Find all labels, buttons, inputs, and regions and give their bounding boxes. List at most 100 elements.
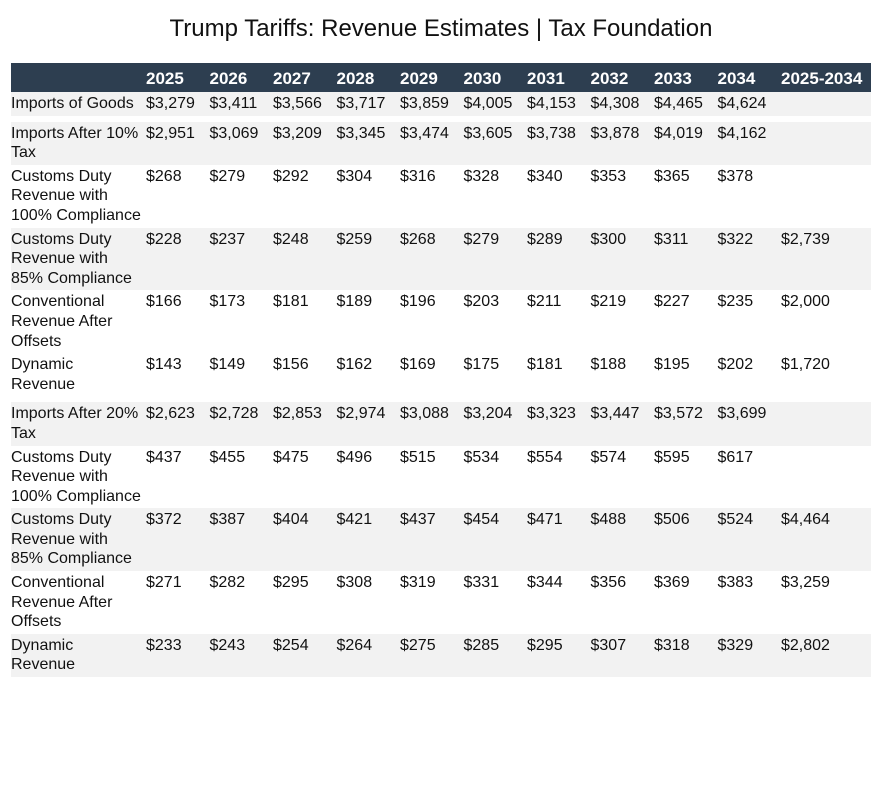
value-cell: $307: [585, 633, 649, 678]
column-header-year: 2031: [522, 63, 586, 92]
value-cell: $534: [463, 448, 500, 466]
value-cell: $264: [331, 633, 395, 678]
value-cell: $188: [590, 356, 627, 374]
total-cell: $2,802: [776, 633, 871, 678]
column-header-year: 2033: [649, 63, 713, 92]
value-cell: $254: [268, 633, 332, 678]
row-label: Customs Duty Revenue with 100% Complianc…: [11, 448, 141, 505]
value-cell: $369: [654, 574, 690, 592]
value-cell: $143: [146, 356, 182, 374]
value-cell: $295: [273, 574, 309, 592]
row-label: Customs Duty Revenue with 85% Compliance: [11, 508, 141, 572]
value-cell: $3,878: [585, 115, 649, 165]
value-cell: $289: [522, 227, 586, 291]
value-cell: $233: [141, 633, 205, 678]
value-cell: $3,088: [395, 396, 459, 446]
value-cell: $2,623: [141, 396, 205, 446]
value-cell: $3,605: [458, 115, 522, 165]
row-label: Dynamic Revenue: [11, 356, 76, 393]
value-cell: $3,209: [268, 115, 332, 165]
total-cell: [776, 115, 871, 165]
value-cell: $181: [273, 293, 309, 311]
value-cell: $329: [712, 633, 776, 678]
value-cell: $316: [400, 167, 436, 185]
column-header-year: 2034: [712, 63, 776, 92]
value-cell: $237: [204, 227, 268, 291]
value-cell: $279: [458, 227, 522, 291]
value-cell: $3,345: [331, 115, 395, 165]
value-cell: $574: [590, 448, 627, 466]
value-cell: $3,279: [141, 92, 205, 119]
value-cell: $421: [331, 508, 395, 572]
column-header-year: 2030: [458, 63, 522, 92]
value-cell: $3,859: [395, 92, 459, 119]
value-cell: $4,019: [649, 115, 713, 165]
column-header-year: 2029: [395, 63, 459, 92]
value-cell: $195: [654, 356, 690, 374]
value-cell: $203: [463, 293, 500, 311]
table-row: Customs Duty Revenue with 85% Compliance…: [11, 227, 871, 291]
value-cell: $181: [527, 356, 563, 374]
value-cell: $383: [717, 574, 754, 592]
column-header-year: 2028: [331, 63, 395, 92]
value-cell: $268: [395, 227, 459, 291]
value-cell: $3,566: [268, 92, 332, 119]
value-cell: $475: [273, 448, 309, 466]
value-cell: $4,465: [649, 92, 713, 119]
value-cell: $271: [146, 574, 182, 592]
value-cell: $595: [654, 448, 690, 466]
column-header-year: 2027: [268, 63, 332, 92]
value-cell: $365: [654, 167, 690, 185]
value-cell: $211: [527, 293, 562, 311]
total-cell: $2,739: [776, 227, 871, 291]
value-cell: $2,728: [204, 396, 268, 446]
value-cell: $300: [585, 227, 649, 291]
row-label: Customs Duty Revenue with 100% Complianc…: [11, 167, 141, 224]
table-row: Customs Duty Revenue with 100% Complianc…: [11, 165, 871, 228]
value-cell: $3,572: [649, 396, 713, 446]
value-cell: $3,738: [522, 115, 586, 165]
total-cell: $4,464: [776, 508, 871, 572]
table-row: Dynamic Revenue $233 $243 $254 $264 $275 $285 $…: [11, 633, 871, 678]
value-cell: $455: [209, 448, 246, 466]
value-cell: $2,974: [331, 396, 395, 446]
value-cell: $454: [458, 508, 522, 572]
page-title: Trump Tariffs: Revenue Estimates | Tax F…: [169, 15, 713, 42]
total-cell: [776, 446, 871, 509]
value-cell: $506: [649, 508, 713, 572]
value-cell: $166: [146, 293, 182, 311]
total-cell: [776, 92, 871, 119]
column-header-total: 2025-2034: [776, 63, 871, 92]
total-cell: [776, 396, 871, 446]
value-cell: $292: [273, 167, 309, 185]
value-cell: $378: [717, 167, 754, 185]
value-cell: $285: [458, 633, 522, 678]
value-cell: $4,005: [458, 92, 522, 119]
value-cell: $2,853: [268, 396, 332, 446]
value-cell: $372: [141, 508, 205, 572]
value-cell: $353: [590, 167, 627, 185]
value-cell: $202: [717, 356, 754, 374]
value-cell: $344: [527, 574, 563, 592]
value-cell: $437: [395, 508, 459, 572]
total-cell: $2,000: [781, 293, 830, 311]
value-cell: $488: [585, 508, 649, 572]
row-label: Customs Duty Revenue with 85% Compliance: [11, 227, 141, 291]
row-label: Imports After 10% Tax: [11, 115, 141, 165]
value-cell: $162: [336, 356, 373, 374]
value-cell: $3,069: [204, 115, 268, 165]
column-header-year: 2032: [585, 63, 649, 92]
value-cell: $2,951: [141, 115, 205, 165]
total-cell: $3,259: [781, 574, 830, 592]
revenue-table: 2025 2026 2027 2028 2029 2030 2031 2032 2033 2034…: [11, 63, 871, 678]
table-body: Imports of Goods $3,279 $3,411 $3,566 $3,717…: [11, 92, 871, 678]
table-row: Dynamic Revenue $143 $149 $156 $162 $169 $175 $…: [11, 353, 871, 399]
table-row: Customs Duty Revenue with 85% Compliance…: [11, 508, 871, 572]
value-cell: $515: [400, 448, 436, 466]
table-header: 2025 2026 2027 2028 2029 2030 2031 2032 2033 2034…: [11, 63, 871, 92]
value-cell: $149: [209, 356, 246, 374]
value-cell: $295: [522, 633, 586, 678]
value-cell: $227: [654, 293, 690, 311]
value-cell: $3,474: [395, 115, 459, 165]
value-cell: $319: [400, 574, 436, 592]
